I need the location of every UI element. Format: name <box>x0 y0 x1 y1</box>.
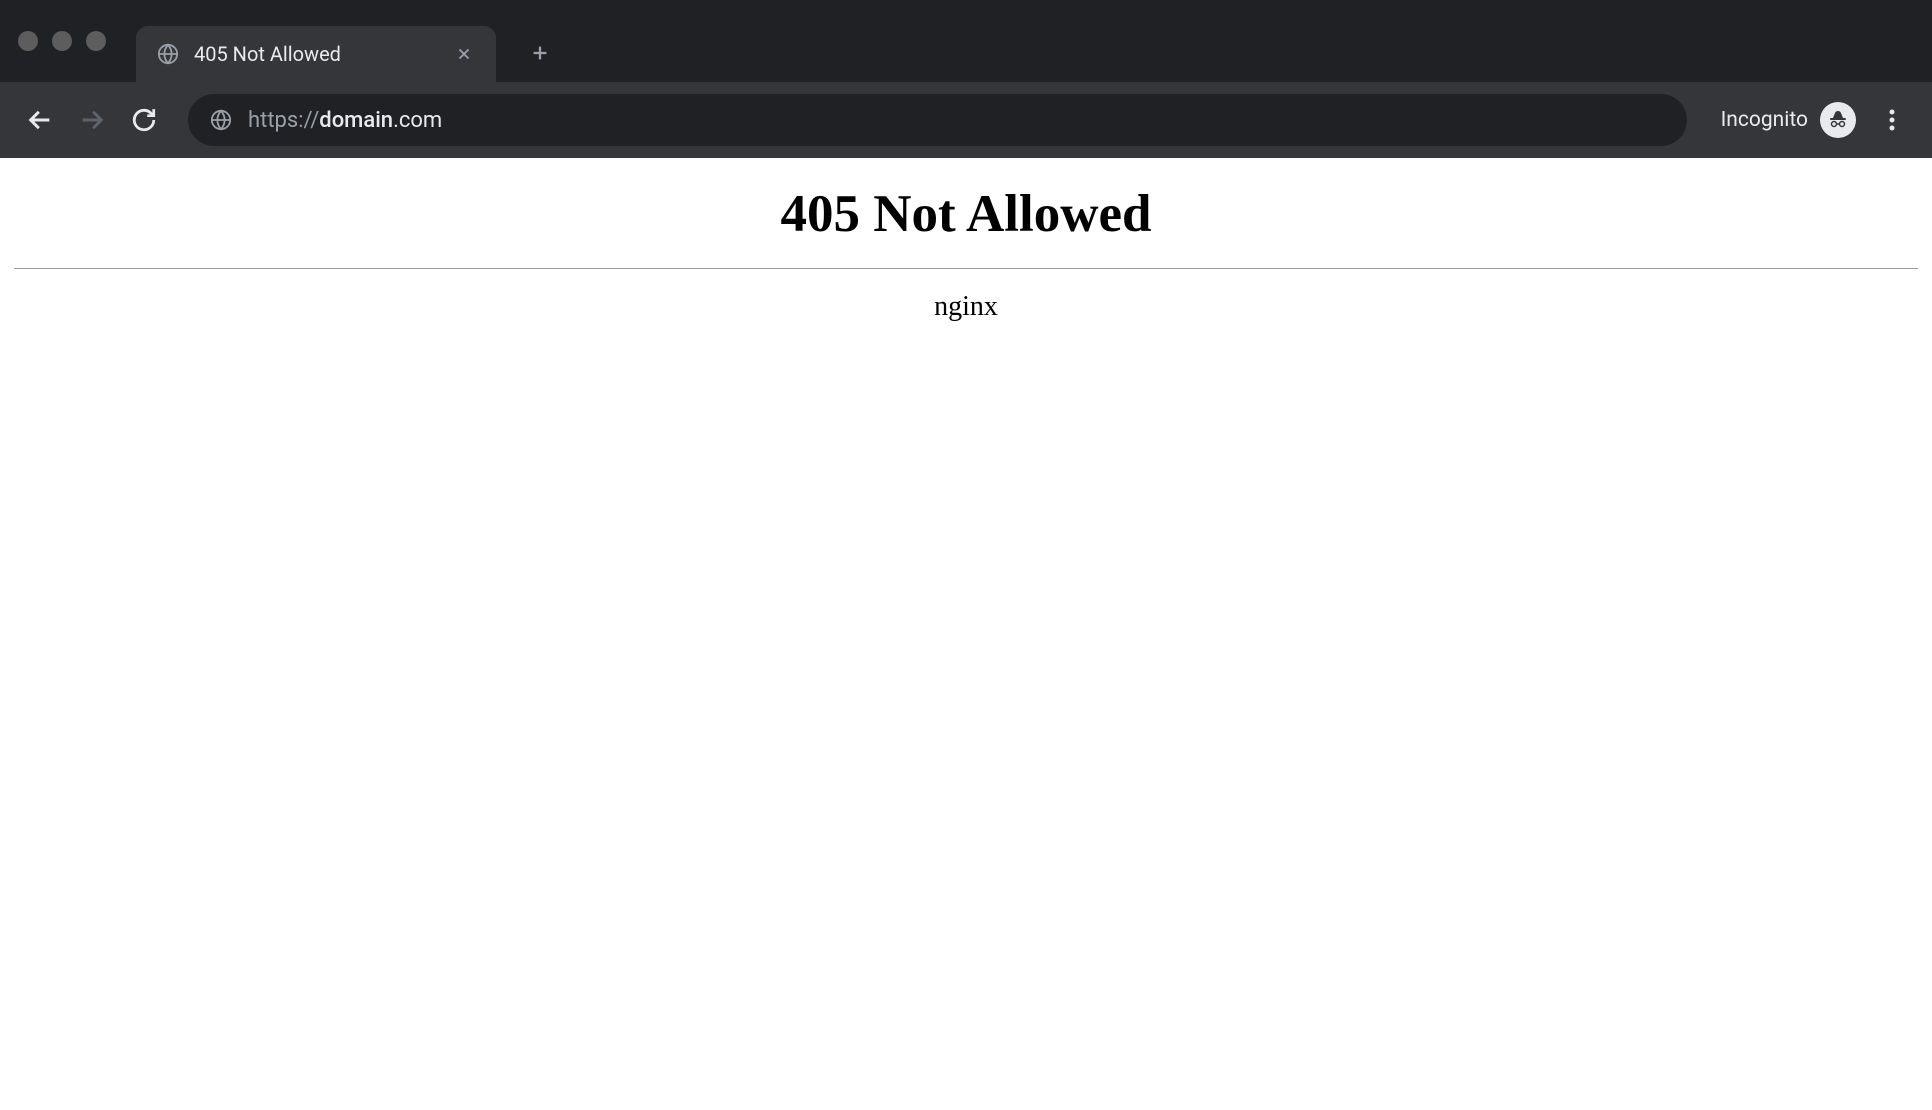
site-info-icon[interactable] <box>210 109 232 131</box>
window-close-button[interactable] <box>18 31 38 51</box>
page-viewport: 405 Not Allowed nginx <box>0 158 1932 1110</box>
horizontal-rule <box>14 268 1918 269</box>
reload-button[interactable] <box>122 98 166 142</box>
window-minimize-button[interactable] <box>52 31 72 51</box>
tab-bar: 405 Not Allowed <box>0 0 1932 82</box>
active-tab[interactable]: 405 Not Allowed <box>136 26 496 82</box>
url-text: https://domain.com <box>248 108 442 133</box>
url-protocol: https:// <box>248 108 319 133</box>
tab-title: 405 Not Allowed <box>194 42 438 66</box>
url-domain: domain <box>319 108 393 133</box>
forward-button[interactable] <box>70 98 114 142</box>
error-heading: 405 Not Allowed <box>14 184 1918 244</box>
new-tab-button[interactable] <box>520 33 560 73</box>
browser-chrome: 405 Not Allowed <box>0 0 1932 158</box>
server-signature: nginx <box>14 291 1918 323</box>
address-bar[interactable]: https://domain.com <box>188 94 1687 146</box>
window-controls <box>18 31 106 51</box>
close-tab-icon[interactable] <box>452 42 476 66</box>
incognito-indicator: Incognito <box>1721 102 1856 138</box>
incognito-icon[interactable] <box>1820 102 1856 138</box>
back-button[interactable] <box>18 98 62 142</box>
browser-menu-button[interactable] <box>1870 98 1914 142</box>
toolbar: https://domain.com Incognito <box>0 82 1932 158</box>
url-tld: .com <box>393 108 442 133</box>
window-maximize-button[interactable] <box>86 31 106 51</box>
globe-icon <box>156 42 180 66</box>
incognito-label: Incognito <box>1721 108 1808 132</box>
